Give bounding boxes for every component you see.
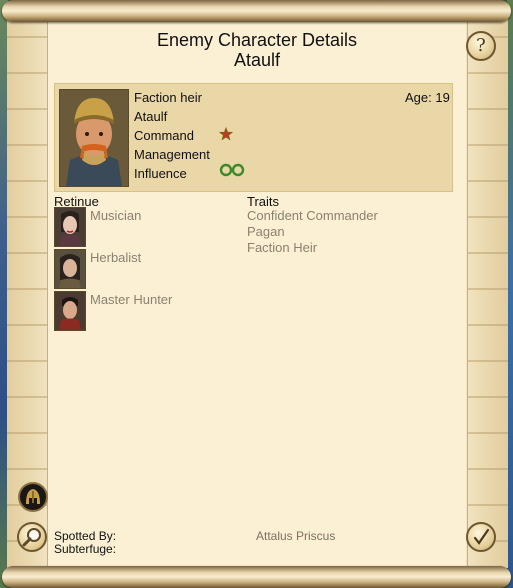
subterfuge-label: Subterfuge: xyxy=(54,542,117,556)
attribute-management-label: Management xyxy=(134,147,210,162)
window-title: Enemy Character Details xyxy=(156,30,358,50)
scroll-rod-bottom xyxy=(2,566,511,588)
spotted-by-value: Attalus Priscus xyxy=(256,529,336,543)
trait-item-pagan: Pagan xyxy=(247,224,285,239)
checkmark-icon xyxy=(473,528,490,545)
portrait-image xyxy=(60,90,128,186)
view-character-button[interactable] xyxy=(18,482,48,512)
zoom-to-character-button[interactable] xyxy=(17,522,47,552)
character-status-label: Faction heir xyxy=(134,90,202,105)
attribute-influence-label: Influence xyxy=(134,166,187,181)
attribute-command-label: Command xyxy=(134,128,194,143)
retinue-portrait-herbalist[interactable] xyxy=(54,249,86,289)
character-age: Age: 19 xyxy=(405,90,450,105)
character-portrait[interactable] xyxy=(59,89,129,187)
retinue-item-herbalist: Herbalist xyxy=(90,250,142,265)
trait-item-confident-commander: Confident Commander xyxy=(247,208,378,223)
trait-item-faction-heir: Faction Heir xyxy=(247,240,318,255)
retinue-item-master-hunter: Master Hunter xyxy=(90,292,173,307)
spotted-by-label: Spotted By: xyxy=(54,529,117,543)
scroll-rod-top xyxy=(2,0,511,22)
scroll-border-right xyxy=(467,18,508,568)
musician-portrait-icon xyxy=(55,208,85,246)
character-name: Ataulf xyxy=(134,109,168,124)
ok-button[interactable] xyxy=(466,522,496,552)
retinue-item-musician: Musician xyxy=(90,208,142,223)
herbalist-portrait-icon xyxy=(55,250,85,288)
influence-laurel-icon xyxy=(219,163,245,177)
character-title-name: Ataulf xyxy=(233,50,281,70)
command-star-icon xyxy=(219,127,233,141)
retinue-portrait-master-hunter[interactable] xyxy=(54,291,86,331)
magnifying-glass-icon xyxy=(22,528,41,547)
retinue-portrait-musician[interactable] xyxy=(54,207,86,247)
traits-heading: Traits xyxy=(247,194,280,209)
question-mark-icon: ? xyxy=(476,35,486,56)
help-button[interactable]: ? xyxy=(466,31,496,61)
master-hunter-portrait-icon xyxy=(55,292,85,330)
helmet-icon xyxy=(26,489,40,504)
